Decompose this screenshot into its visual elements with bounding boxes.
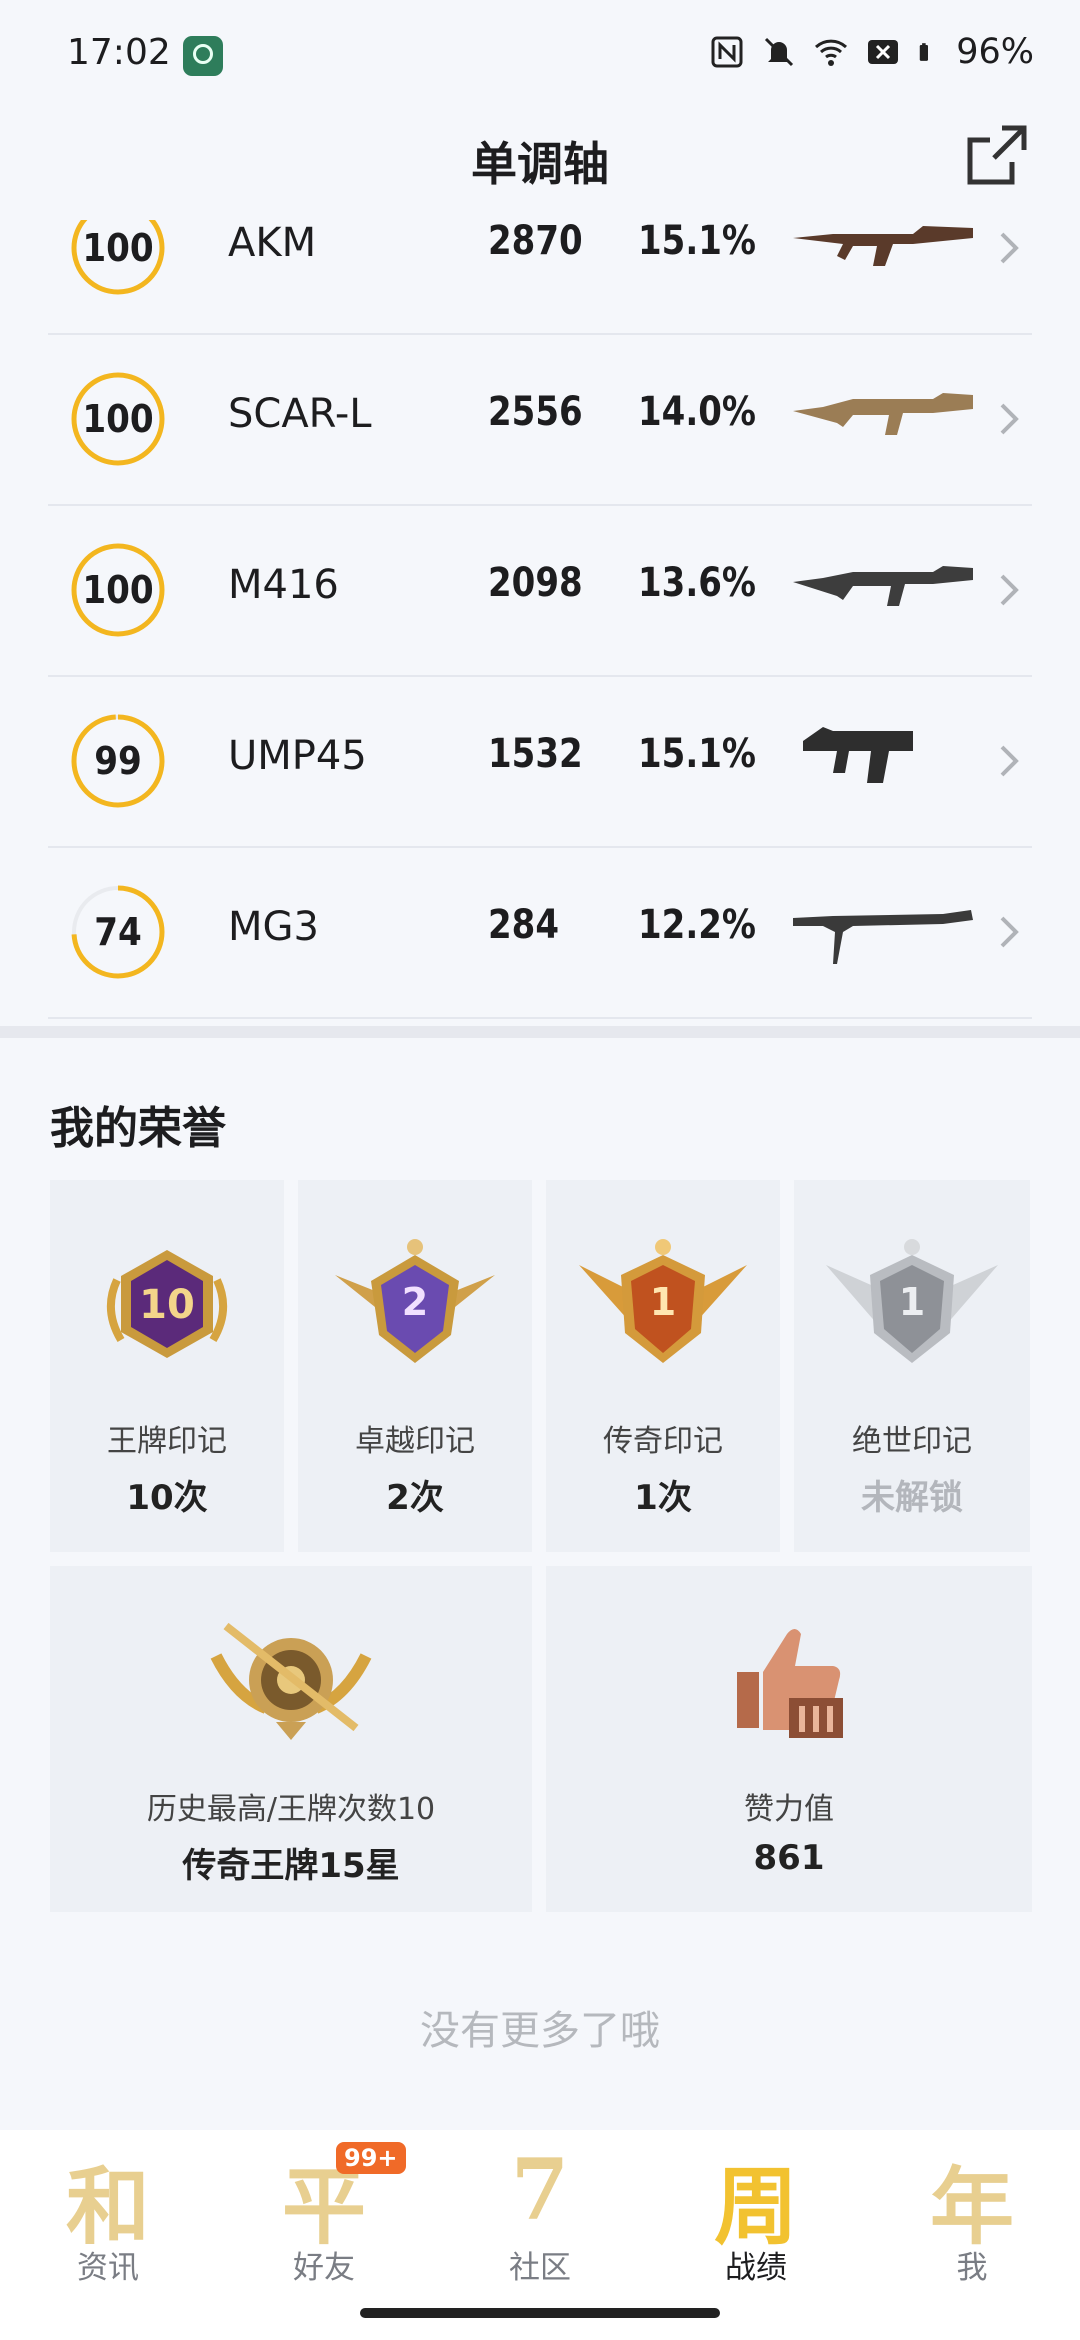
weapon-name: MG3 bbox=[228, 904, 319, 950]
akm-rifle-icon bbox=[793, 226, 973, 266]
history-label: 历史最高/王牌次数10 bbox=[146, 1792, 436, 1827]
weapon-name: UMP45 bbox=[228, 733, 367, 779]
weapon-score: 100 bbox=[82, 226, 154, 270]
thumbs-up-trophy-icon bbox=[737, 1629, 843, 1738]
header: 单调轴 bbox=[0, 110, 1080, 220]
honor-card-value: 1次 bbox=[634, 1478, 692, 1518]
chevron-right-icon bbox=[1000, 232, 1019, 264]
status-time: 17:02 bbox=[67, 32, 171, 73]
likes-value: 861 bbox=[753, 1838, 825, 1878]
weapon-name: M416 bbox=[228, 562, 339, 608]
tab-me[interactable]: 年 我 bbox=[864, 2140, 1080, 2320]
weapon-row[interactable]: 100 SCAR-L 2556 14.0% bbox=[48, 333, 1032, 506]
weapon-row[interactable]: 100 M416 2098 13.6% bbox=[48, 504, 1032, 677]
honor-card-peerless[interactable]: 1 绝世印记 未解锁 bbox=[794, 1180, 1030, 1552]
weapon-name: SCAR-L bbox=[228, 391, 372, 437]
history-value: 传奇王牌15星 bbox=[182, 1846, 400, 1886]
nfc-icon bbox=[711, 36, 743, 68]
battery-level: 96% bbox=[956, 32, 1034, 72]
mute-icon bbox=[765, 37, 794, 67]
status-icons: 96% bbox=[710, 32, 1034, 72]
weapon-score: 100 bbox=[82, 397, 154, 441]
weapon-kill-count: 2098 bbox=[488, 560, 583, 606]
close-box-icon bbox=[868, 40, 899, 64]
friends-count-badge: 99+ bbox=[336, 2142, 406, 2174]
svg-text:1: 1 bbox=[899, 1280, 925, 1324]
weapon-score: 100 bbox=[82, 568, 154, 612]
weapon-percentage: 14.0% bbox=[638, 389, 756, 435]
honor-card-excellence[interactable]: 2 卓越印记 2次 bbox=[298, 1180, 532, 1552]
battery-icon bbox=[919, 43, 929, 61]
ump-smg-icon bbox=[803, 727, 913, 783]
m416-rifle-icon bbox=[793, 566, 973, 606]
chevron-right-icon bbox=[1000, 745, 1019, 777]
app-notification-icon bbox=[183, 36, 223, 76]
tab-label: 战绩 bbox=[725, 2250, 787, 2286]
section-divider bbox=[0, 1026, 1080, 1038]
honor-card-ace[interactable]: 10 王牌印记 10次 bbox=[50, 1180, 284, 1552]
peerless-mark-medal-icon: 1 bbox=[826, 1239, 998, 1363]
mg3-machinegun-icon bbox=[793, 910, 973, 964]
svg-text:2: 2 bbox=[402, 1280, 428, 1324]
weapon-kill-count: 1532 bbox=[488, 731, 583, 777]
weapon-percentage: 15.1% bbox=[638, 220, 756, 264]
honor-section-title: 我的荣誉 bbox=[50, 1103, 226, 1154]
weapon-name: AKM bbox=[228, 220, 317, 266]
chevron-right-icon bbox=[1000, 574, 1019, 606]
tab-friends[interactable]: 平 99+ 好友 bbox=[216, 2140, 432, 2320]
honor-card-likes[interactable]: 赞力值 861 bbox=[546, 1566, 1032, 1912]
status-bar: 17:02 96% bbox=[0, 0, 1080, 110]
tab-label: 我 bbox=[956, 2250, 988, 2286]
honor-card-history[interactable]: 历史最高/王牌次数10 传奇王牌15星 bbox=[50, 1566, 532, 1912]
tab-label: 好友 bbox=[293, 2250, 355, 2286]
honor-card-value: 10次 bbox=[126, 1478, 208, 1518]
likes-label: 赞力值 bbox=[744, 1792, 834, 1827]
excellence-mark-medal-icon: 2 bbox=[335, 1239, 495, 1363]
honor-card-label: 传奇印记 bbox=[603, 1424, 723, 1459]
tab-label: 资讯 bbox=[77, 2250, 139, 2286]
weapon-percentage: 12.2% bbox=[638, 902, 756, 948]
rank-emblem-icon bbox=[210, 1622, 372, 1740]
weapon-percentage: 13.6% bbox=[638, 560, 756, 606]
external-link-icon[interactable] bbox=[964, 122, 1030, 188]
weapon-row[interactable]: 99 UMP45 1532 15.1% bbox=[48, 675, 1032, 848]
tab-community-icon: 7 bbox=[510, 2140, 570, 2239]
weapon-row[interactable]: 100 AKM 2870 15.1% bbox=[48, 220, 1032, 335]
weapon-kill-count: 2870 bbox=[488, 220, 583, 264]
page-title: 单调轴 bbox=[471, 137, 609, 191]
gesture-navigation-bar[interactable] bbox=[360, 2308, 720, 2318]
honor-card-value: 未解锁 bbox=[861, 1478, 963, 1518]
weapon-score: 99 bbox=[94, 739, 142, 783]
honor-card-label: 绝世印记 bbox=[852, 1424, 972, 1459]
weapon-score: 74 bbox=[94, 910, 142, 954]
tab-label: 社区 bbox=[509, 2250, 571, 2286]
legend-mark-medal-icon: 1 bbox=[579, 1239, 747, 1363]
chevron-right-icon bbox=[1000, 916, 1019, 948]
weapon-row[interactable]: 74 MG3 284 12.2% bbox=[48, 846, 1032, 1019]
honor-card-value: 2次 bbox=[386, 1478, 444, 1518]
wifi-icon bbox=[815, 39, 848, 66]
tab-records[interactable]: 周 战绩 bbox=[648, 2140, 864, 2320]
weapon-kill-count: 2556 bbox=[488, 389, 583, 435]
svg-text:1: 1 bbox=[650, 1280, 676, 1324]
honor-card-legend[interactable]: 1 传奇印记 1次 bbox=[546, 1180, 780, 1552]
weapon-percentage: 15.1% bbox=[638, 731, 756, 777]
weapon-kill-count: 284 bbox=[488, 902, 559, 948]
ace-mark-medal-icon: 10 bbox=[106, 1250, 228, 1358]
honor-card-label: 王牌印记 bbox=[107, 1424, 227, 1459]
honor-card-label: 卓越印记 bbox=[355, 1424, 475, 1459]
end-of-list-text: 没有更多了哦 bbox=[420, 2008, 660, 2054]
tab-community[interactable]: 7 社区 bbox=[432, 2140, 648, 2320]
chevron-right-icon bbox=[1000, 403, 1019, 435]
tab-news[interactable]: 和 资讯 bbox=[0, 2140, 216, 2320]
weapon-list: 100 AKM 2870 15.1% 100 SCAR-L 2556 14.0% 100 M416… bbox=[48, 220, 1032, 1030]
svg-text:10: 10 bbox=[139, 1282, 195, 1328]
scar-rifle-icon bbox=[793, 393, 973, 435]
